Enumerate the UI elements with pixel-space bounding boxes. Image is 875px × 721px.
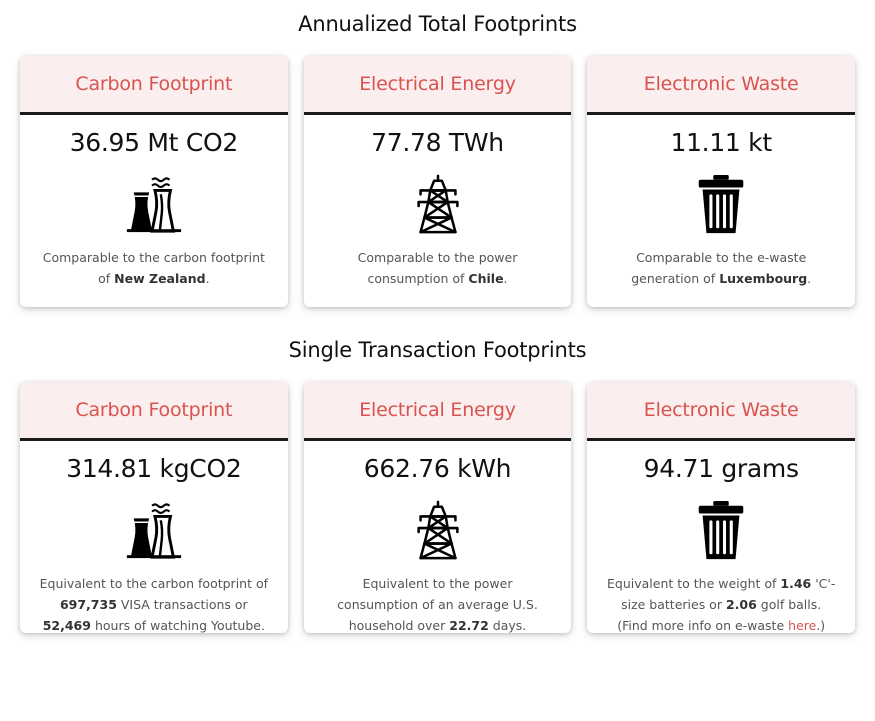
power-plant-icon: [20, 173, 288, 235]
card-description: Equivalent to the weight of 1.46 'C'-siz…: [607, 576, 836, 633]
card-description: Comparable to the carbon footprint of Ne…: [42, 250, 265, 286]
single-waste-card: Electronic Waste 94.71 grams Equivalent …: [587, 382, 856, 633]
card-value: 77.78 TWh: [371, 128, 504, 157]
power-tower-icon: [304, 499, 572, 561]
trash-can-icon: [587, 173, 855, 235]
card-value: 662.76 kWh: [363, 454, 512, 483]
card-header: Electrical Energy: [303, 56, 572, 115]
single-carbon-card: Carbon Footprint 314.81 kgCO2 Equivalent…: [20, 382, 288, 633]
card-header: Electronic Waste: [587, 56, 856, 115]
annual-energy-card: Electrical Energy 77.78 TWh Comparable t…: [303, 56, 572, 307]
card-header: Electronic Waste: [587, 382, 856, 441]
card-description: Comparable to the power consumption of C…: [357, 250, 518, 286]
power-tower-icon: [304, 173, 572, 235]
annual-carbon-card: Carbon Footprint 36.95 Mt CO2 Comparable…: [20, 56, 288, 307]
annual-waste-card: Electronic Waste 11.11 kt Comparable to …: [587, 56, 856, 307]
card-header: Carbon Footprint: [20, 382, 288, 441]
single-section-title: Single Transaction Footprints: [288, 338, 587, 362]
power-plant-icon: [20, 499, 288, 561]
trash-can-icon: [587, 499, 855, 561]
e-waste-info-link[interactable]: here: [788, 618, 816, 633]
single-energy-card: Electrical Energy 662.76 kWh Equivalent …: [303, 382, 572, 633]
card-header: Electrical Energy: [303, 382, 572, 441]
annual-cards: Carbon Footprint 36.95 Mt CO2 Comparable…: [0, 56, 875, 307]
card-value: 94.71 grams: [643, 454, 799, 483]
card-description: Equivalent to the carbon footprint of 69…: [39, 576, 269, 633]
card-header: Carbon Footprint: [20, 56, 288, 115]
single-cards: Carbon Footprint 314.81 kgCO2 Equivalent…: [0, 382, 875, 633]
card-value: 314.81 kgCO2: [66, 454, 242, 483]
card-description: Comparable to the e-waste generation of …: [631, 250, 812, 286]
card-description: Equivalent to the power consumption of a…: [337, 576, 538, 633]
card-value: 11.11 kt: [670, 128, 772, 157]
annual-section-title: Annualized Total Footprints: [298, 12, 577, 36]
card-value: 36.95 Mt CO2: [69, 128, 239, 157]
